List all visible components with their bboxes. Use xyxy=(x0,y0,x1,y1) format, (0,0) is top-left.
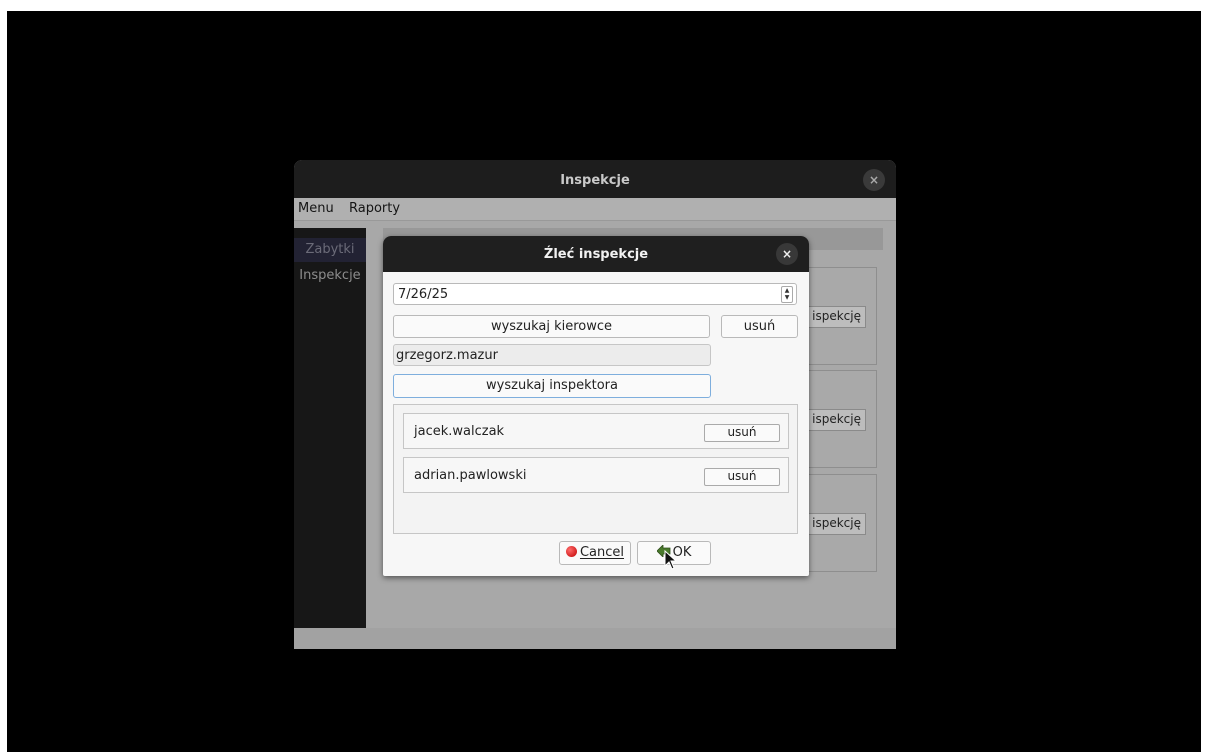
list-item: jacek.walczak usuń xyxy=(403,413,789,449)
remove-inspector-button[interactable]: usuń xyxy=(704,468,780,486)
card-inspection-button[interactable]: ispekcję xyxy=(807,513,866,535)
date-value: 7/26/25 xyxy=(398,287,449,302)
inspector-list: jacek.walczak usuń adrian.pawlowski usuń xyxy=(393,404,798,534)
menu-item-menu[interactable]: Menu xyxy=(298,201,334,216)
sidebar-item-inspekcje[interactable]: Inspekcje xyxy=(294,264,366,288)
cancel-button[interactable]: Cancel xyxy=(559,541,631,565)
assign-inspection-dialog: Źleć inspekcje × 7/26/25 ▲ ▼ wyszukaj kie… xyxy=(383,236,809,576)
remove-driver-button[interactable]: usuń xyxy=(721,315,798,338)
main-window-title: Inspekcje xyxy=(560,173,630,188)
main-close-icon[interactable]: × xyxy=(863,169,885,191)
inspector-name: adrian.pawlowski xyxy=(414,468,527,483)
remove-inspector-button[interactable]: usuń xyxy=(704,424,780,442)
date-input[interactable]: 7/26/25 ▲ ▼ xyxy=(393,283,797,305)
date-spinner-icon[interactable]: ▲ ▼ xyxy=(781,286,793,303)
inspector-field[interactable]: grzegorz.mazur xyxy=(393,344,711,366)
inspector-value: grzegorz.mazur xyxy=(396,348,498,363)
menu-item-raporty[interactable]: Raporty xyxy=(349,201,400,216)
dialog-title: Źleć inspekcje xyxy=(543,247,649,262)
search-driver-button[interactable]: wyszukaj kierowce xyxy=(393,315,710,338)
sidebar: Zabytki Inspekcje xyxy=(294,228,366,628)
dialog-close-icon[interactable]: × xyxy=(776,243,798,265)
sidebar-item-zabytki[interactable]: Zabytki xyxy=(294,238,366,262)
list-item: adrian.pawlowski usuń xyxy=(403,457,789,493)
card-inspection-button[interactable]: ispekcję xyxy=(807,306,866,328)
inspector-name: jacek.walczak xyxy=(414,424,505,439)
statusbar xyxy=(294,628,896,649)
mouse-cursor-icon xyxy=(664,550,678,570)
card-inspection-button[interactable]: ispekcję xyxy=(807,409,866,431)
red-circle-icon xyxy=(565,546,577,557)
main-titlebar: Inspekcje × xyxy=(294,160,896,198)
search-inspector-button[interactable]: wyszukaj inspektora xyxy=(393,374,711,398)
dialog-titlebar: Źleć inspekcje × xyxy=(383,236,809,272)
cancel-label: Cancel xyxy=(579,545,625,560)
menubar: Menu Raporty xyxy=(294,198,896,221)
